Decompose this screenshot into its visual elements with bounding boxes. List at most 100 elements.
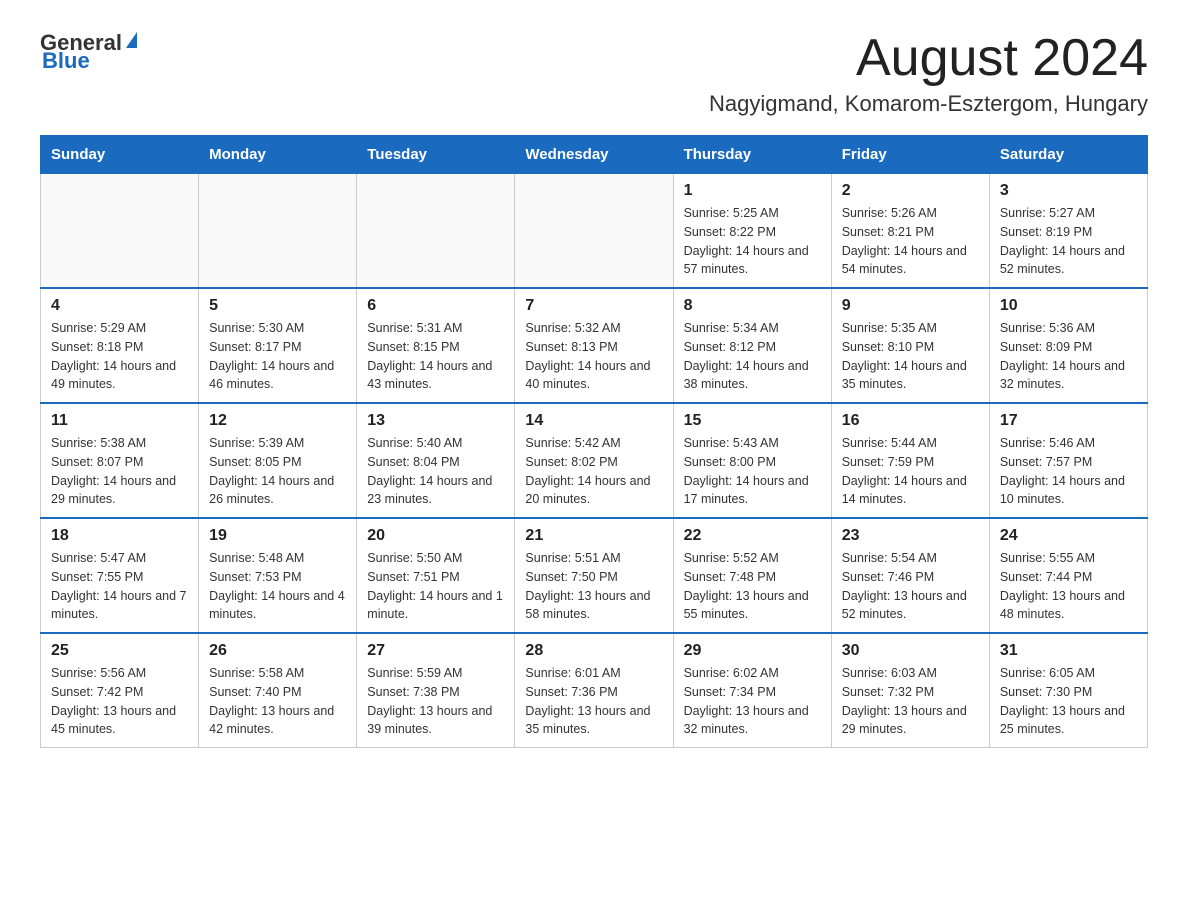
calendar-cell-4-1: 18Sunrise: 5:47 AMSunset: 7:55 PMDayligh… xyxy=(41,518,199,633)
calendar-cell-3-2: 12 Sunrise: 5:39 AMSunset: 8:05 PMDayligh… xyxy=(199,403,357,518)
day-number: 19 xyxy=(209,527,346,545)
calendar-cell-3-3: 13 Sunrise: 5:40 AMSunset: 8:04 PMDayligh… xyxy=(357,403,515,518)
calendar-cell-4-2: 19 Sunrise: 5:48 AMSunset: 7:53 PMDayligh… xyxy=(199,518,357,633)
day-info: Sunrise: 5:55 AMSunset: 7:44 PMDaylight:… xyxy=(1000,549,1137,624)
calendar-header-row: SundayMondayTuesdayWednesdayThursdayFrid… xyxy=(41,136,1148,174)
day-number: 2 xyxy=(842,182,979,200)
calendar-cell-5-7: 31 Sunrise: 6:05 AMSunset: 7:30 PMDayligh… xyxy=(989,633,1147,748)
day-number: 22 xyxy=(684,527,821,545)
weekday-header-tuesday: Tuesday xyxy=(357,136,515,174)
day-info: Sunrise: 5:29 AMSunset: 8:18 PMDaylight:… xyxy=(51,319,188,394)
day-number: 13 xyxy=(367,412,504,430)
day-info: Sunrise: 5:31 AMSunset: 8:15 PMDaylight:… xyxy=(367,319,504,394)
day-number: 3 xyxy=(1000,182,1137,200)
calendar-cell-4-7: 24 Sunrise: 5:55 AMSunset: 7:44 PMDayligh… xyxy=(989,518,1147,633)
calendar-cell-2-6: 9Sunrise: 5:35 AMSunset: 8:10 PMDaylight… xyxy=(831,288,989,403)
calendar-cell-5-3: 27 Sunrise: 5:59 AMSunset: 7:38 PMDayligh… xyxy=(357,633,515,748)
day-info: Sunrise: 5:46 AMSunset: 7:57 PMDaylight:… xyxy=(1000,434,1137,509)
weekday-header-sunday: Sunday xyxy=(41,136,199,174)
calendar-cell-1-6: 2 Sunrise: 5:26 AMSunset: 8:21 PMDaylight… xyxy=(831,174,989,289)
calendar-cell-4-6: 23 Sunrise: 5:54 AMSunset: 7:46 PMDayligh… xyxy=(831,518,989,633)
day-number: 23 xyxy=(842,527,979,545)
calendar-cell-3-7: 17Sunrise: 5:46 AMSunset: 7:57 PMDayligh… xyxy=(989,403,1147,518)
day-number: 21 xyxy=(525,527,662,545)
day-info: Sunrise: 5:42 AMSunset: 8:02 PMDaylight:… xyxy=(525,434,662,509)
day-number: 11 xyxy=(51,412,188,430)
day-info: Sunrise: 5:59 AMSunset: 7:38 PMDaylight:… xyxy=(367,664,504,739)
day-info: Sunrise: 6:02 AMSunset: 7:34 PMDaylight:… xyxy=(684,664,821,739)
weekday-header-wednesday: Wednesday xyxy=(515,136,673,174)
calendar-cell-2-2: 5 Sunrise: 5:30 AMSunset: 8:17 PMDaylight… xyxy=(199,288,357,403)
week-row-3: 11 Sunrise: 5:38 AMSunset: 8:07 PMDayligh… xyxy=(41,403,1148,518)
calendar-cell-2-1: 4 Sunrise: 5:29 AMSunset: 8:18 PMDaylight… xyxy=(41,288,199,403)
calendar-cell-5-2: 26 Sunrise: 5:58 AMSunset: 7:40 PMDayligh… xyxy=(199,633,357,748)
day-info: Sunrise: 6:01 AMSunset: 7:36 PMDaylight:… xyxy=(525,664,662,739)
day-info: Sunrise: 5:54 AMSunset: 7:46 PMDaylight:… xyxy=(842,549,979,624)
week-row-1: 1 Sunrise: 5:25 AMSunset: 8:22 PMDaylight… xyxy=(41,174,1148,289)
weekday-header-friday: Friday xyxy=(831,136,989,174)
day-info: Sunrise: 5:38 AMSunset: 8:07 PMDaylight:… xyxy=(51,434,188,509)
day-info: Sunrise: 5:48 AMSunset: 7:53 PMDaylight:… xyxy=(209,549,346,624)
day-info: Sunrise: 5:43 AMSunset: 8:00 PMDaylight:… xyxy=(684,434,821,509)
day-number: 4 xyxy=(51,297,188,315)
day-number: 25 xyxy=(51,642,188,660)
day-number: 27 xyxy=(367,642,504,660)
day-number: 10 xyxy=(1000,297,1137,315)
day-info: Sunrise: 5:58 AMSunset: 7:40 PMDaylight:… xyxy=(209,664,346,739)
day-number: 1 xyxy=(684,182,821,200)
calendar-cell-1-2 xyxy=(199,174,357,289)
calendar-cell-4-3: 20Sunrise: 5:50 AMSunset: 7:51 PMDayligh… xyxy=(357,518,515,633)
day-info: Sunrise: 5:44 AMSunset: 7:59 PMDaylight:… xyxy=(842,434,979,509)
day-number: 12 xyxy=(209,412,346,430)
day-info: Sunrise: 5:52 AMSunset: 7:48 PMDaylight:… xyxy=(684,549,821,624)
month-year-title: August 2024 xyxy=(709,30,1148,87)
page-header: General Blue August 2024 Nagyigmand, Kom… xyxy=(40,30,1148,117)
calendar-cell-3-5: 15Sunrise: 5:43 AMSunset: 8:00 PMDayligh… xyxy=(673,403,831,518)
calendar-cell-2-4: 7Sunrise: 5:32 AMSunset: 8:13 PMDaylight… xyxy=(515,288,673,403)
day-info: Sunrise: 5:56 AMSunset: 7:42 PMDaylight:… xyxy=(51,664,188,739)
calendar-cell-5-6: 30 Sunrise: 6:03 AMSunset: 7:32 PMDayligh… xyxy=(831,633,989,748)
calendar-cell-4-5: 22 Sunrise: 5:52 AMSunset: 7:48 PMDayligh… xyxy=(673,518,831,633)
logo-triangle-icon xyxy=(126,32,137,48)
calendar-table: SundayMondayTuesdayWednesdayThursdayFrid… xyxy=(40,135,1148,748)
weekday-header-saturday: Saturday xyxy=(989,136,1147,174)
week-row-4: 18Sunrise: 5:47 AMSunset: 7:55 PMDayligh… xyxy=(41,518,1148,633)
calendar-cell-1-3 xyxy=(357,174,515,289)
day-number: 31 xyxy=(1000,642,1137,660)
day-number: 14 xyxy=(525,412,662,430)
day-number: 5 xyxy=(209,297,346,315)
calendar-cell-2-3: 6 Sunrise: 5:31 AMSunset: 8:15 PMDaylight… xyxy=(357,288,515,403)
day-number: 6 xyxy=(367,297,504,315)
day-info: Sunrise: 5:51 AMSunset: 7:50 PMDaylight:… xyxy=(525,549,662,624)
calendar-cell-1-4 xyxy=(515,174,673,289)
calendar-cell-1-1 xyxy=(41,174,199,289)
day-info: Sunrise: 5:39 AMSunset: 8:05 PMDaylight:… xyxy=(209,434,346,509)
weekday-header-thursday: Thursday xyxy=(673,136,831,174)
week-row-2: 4 Sunrise: 5:29 AMSunset: 8:18 PMDaylight… xyxy=(41,288,1148,403)
day-info: Sunrise: 5:25 AMSunset: 8:22 PMDaylight:… xyxy=(684,204,821,279)
logo-blue: Blue xyxy=(42,48,90,74)
calendar-cell-4-4: 21 Sunrise: 5:51 AMSunset: 7:50 PMDayligh… xyxy=(515,518,673,633)
calendar-cell-2-5: 8 Sunrise: 5:34 AMSunset: 8:12 PMDaylight… xyxy=(673,288,831,403)
day-info: Sunrise: 5:36 AMSunset: 8:09 PMDaylight:… xyxy=(1000,319,1137,394)
day-number: 9 xyxy=(842,297,979,315)
weekday-header-monday: Monday xyxy=(199,136,357,174)
day-number: 16 xyxy=(842,412,979,430)
day-info: Sunrise: 5:32 AMSunset: 8:13 PMDaylight:… xyxy=(525,319,662,394)
day-info: Sunrise: 5:34 AMSunset: 8:12 PMDaylight:… xyxy=(684,319,821,394)
day-info: Sunrise: 6:03 AMSunset: 7:32 PMDaylight:… xyxy=(842,664,979,739)
day-info: Sunrise: 5:26 AMSunset: 8:21 PMDaylight:… xyxy=(842,204,979,279)
day-number: 26 xyxy=(209,642,346,660)
day-info: Sunrise: 6:05 AMSunset: 7:30 PMDaylight:… xyxy=(1000,664,1137,739)
day-number: 24 xyxy=(1000,527,1137,545)
location-subtitle: Nagyigmand, Komarom-Esztergom, Hungary xyxy=(709,91,1148,117)
day-info: Sunrise: 5:50 AMSunset: 7:51 PMDaylight:… xyxy=(367,549,504,624)
day-number: 8 xyxy=(684,297,821,315)
day-number: 28 xyxy=(525,642,662,660)
day-number: 29 xyxy=(684,642,821,660)
day-info: Sunrise: 5:30 AMSunset: 8:17 PMDaylight:… xyxy=(209,319,346,394)
calendar-cell-2-7: 10 Sunrise: 5:36 AMSunset: 8:09 PMDayligh… xyxy=(989,288,1147,403)
day-info: Sunrise: 5:40 AMSunset: 8:04 PMDaylight:… xyxy=(367,434,504,509)
day-info: Sunrise: 5:47 AMSunset: 7:55 PMDaylight:… xyxy=(51,549,188,624)
day-number: 30 xyxy=(842,642,979,660)
